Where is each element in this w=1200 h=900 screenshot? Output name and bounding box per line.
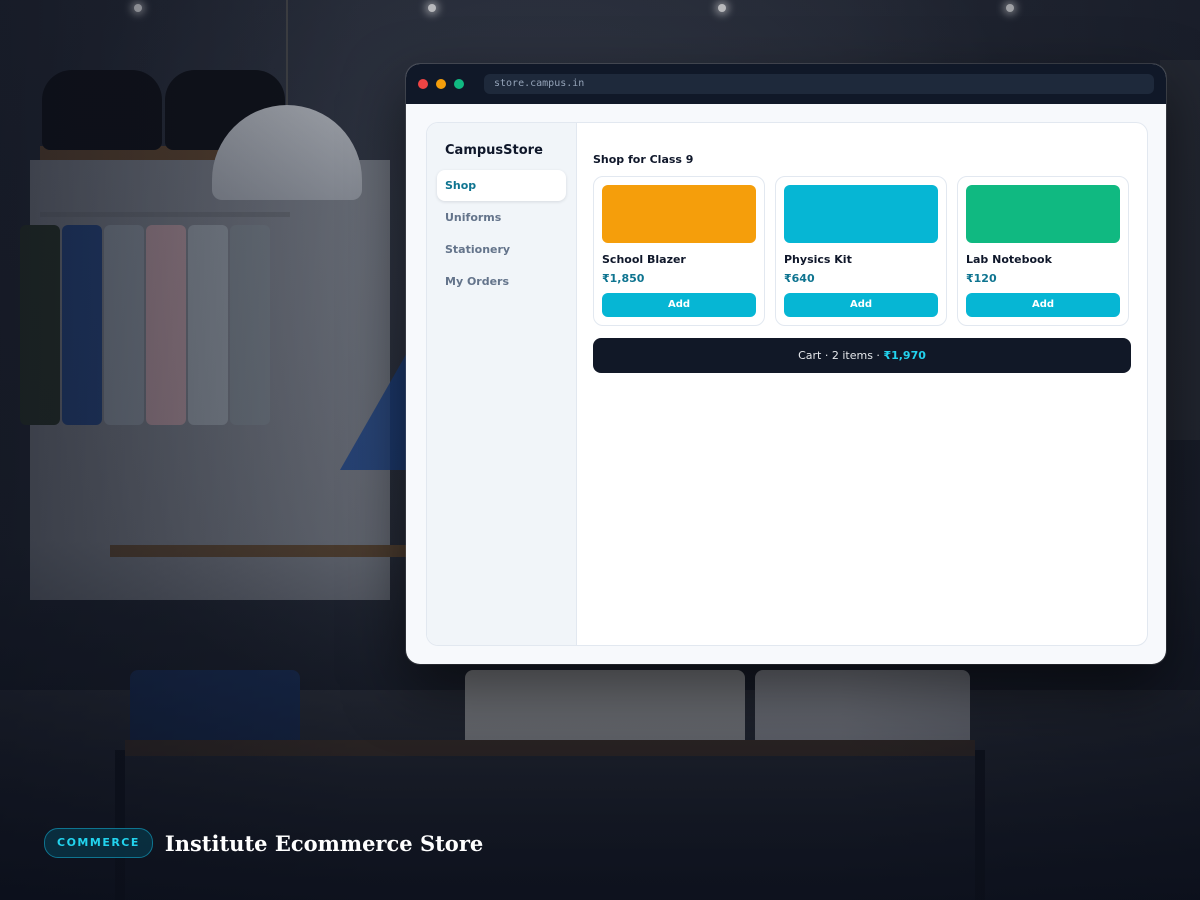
category-badge: COMMERCE bbox=[44, 828, 153, 858]
main-content: Shop for Class 9 School Blazer ₹1,850 Ad… bbox=[577, 123, 1147, 645]
product-image[interactable] bbox=[784, 185, 938, 243]
product-price: ₹120 bbox=[966, 272, 997, 285]
product-card-school-blazer[interactable]: School Blazer ₹1,850 Add bbox=[593, 176, 765, 326]
cart-summary-bar[interactable]: Cart · 2 items · ₹1,970 bbox=[593, 338, 1131, 373]
sidebar: CampusStore Shop Uniforms Stationery My … bbox=[427, 123, 577, 645]
product-card-physics-kit[interactable]: Physics Kit ₹640 Add bbox=[775, 176, 947, 326]
close-window-dot-icon[interactable] bbox=[418, 79, 428, 89]
sidebar-item-shop[interactable]: Shop bbox=[437, 170, 566, 201]
url-bar[interactable]: store.campus.in bbox=[484, 74, 1154, 94]
browser-titlebar: store.campus.in bbox=[406, 64, 1166, 104]
product-image[interactable] bbox=[602, 185, 756, 243]
product-grid: School Blazer ₹1,850 Add Physics Kit ₹64… bbox=[593, 176, 1131, 326]
product-card-lab-notebook[interactable]: Lab Notebook ₹120 Add bbox=[957, 176, 1129, 326]
caption-title: Institute Ecommerce Store bbox=[164, 830, 484, 856]
caption: COMMERCE Institute Ecommerce Store bbox=[44, 828, 483, 858]
product-price: ₹640 bbox=[784, 272, 815, 285]
screenshot-stage: store.campus.in CampusStore Shop Uniform… bbox=[0, 0, 1200, 900]
sidebar-item-uniforms[interactable]: Uniforms bbox=[437, 202, 566, 233]
product-name: School Blazer bbox=[602, 253, 686, 266]
cart-total: ₹1,970 bbox=[883, 349, 926, 362]
page-title: Shop for Class 9 bbox=[593, 153, 694, 166]
sidebar-item-stationery[interactable]: Stationery bbox=[437, 234, 566, 265]
product-price: ₹1,850 bbox=[602, 272, 645, 285]
sidebar-item-my-orders[interactable]: My Orders bbox=[437, 266, 566, 297]
product-name: Physics Kit bbox=[784, 253, 852, 266]
brand-logo-text: CampusStore bbox=[445, 143, 543, 158]
cart-summary-label: Cart · 2 items · bbox=[798, 349, 880, 362]
add-to-cart-button[interactable]: Add bbox=[966, 293, 1120, 317]
add-to-cart-button[interactable]: Add bbox=[784, 293, 938, 317]
product-name: Lab Notebook bbox=[966, 253, 1052, 266]
store-app: CampusStore Shop Uniforms Stationery My … bbox=[426, 122, 1148, 646]
add-to-cart-button[interactable]: Add bbox=[602, 293, 756, 317]
browser-window: store.campus.in CampusStore Shop Uniform… bbox=[406, 64, 1166, 664]
minimize-window-dot-icon[interactable] bbox=[436, 79, 446, 89]
product-image[interactable] bbox=[966, 185, 1120, 243]
maximize-window-dot-icon[interactable] bbox=[454, 79, 464, 89]
